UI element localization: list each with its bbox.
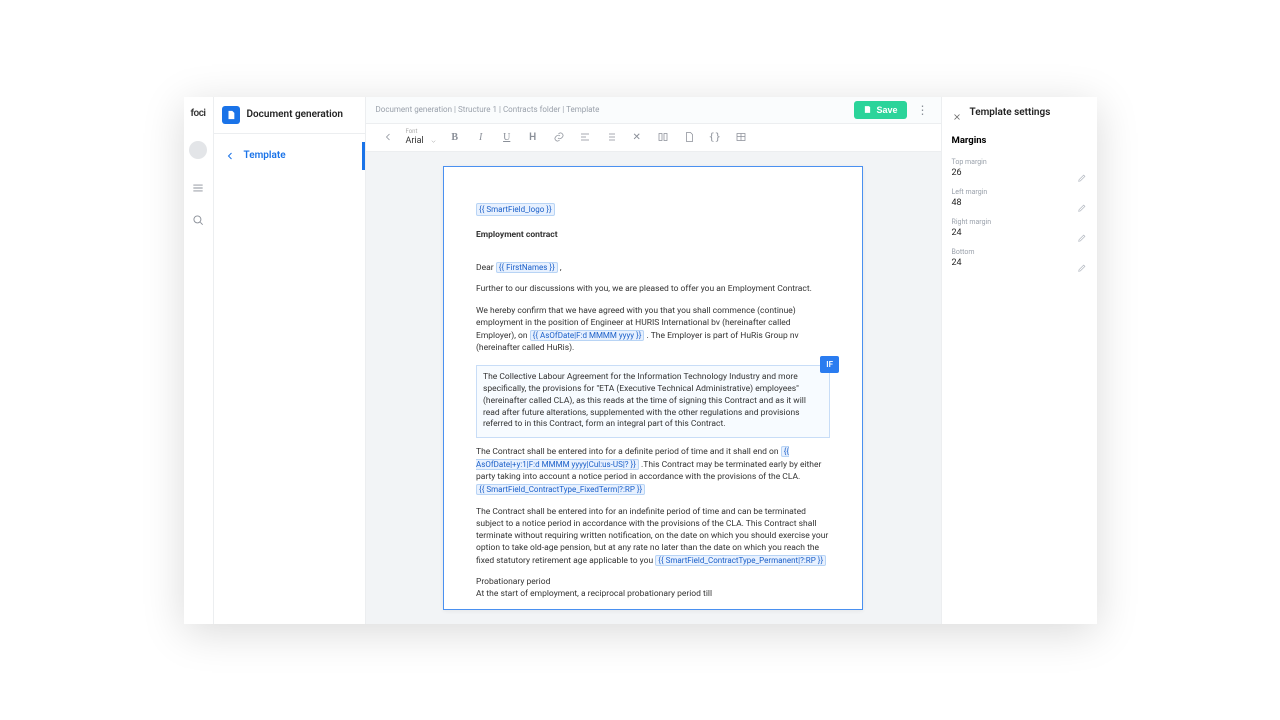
margin-row-top: Top margin26 [952, 154, 1087, 184]
sidebar-title: Document generation [247, 109, 344, 120]
smartfield-asofdate[interactable]: {{ AsOfDate|F:d MMMM yyyy }} [530, 330, 645, 341]
font-selector[interactable]: Arial [406, 136, 437, 146]
document-icon [222, 106, 240, 124]
menu-icon[interactable] [191, 181, 205, 195]
panel-header: Template settings [942, 97, 1097, 129]
left-sidebar: Document generation Template [214, 97, 366, 624]
clear-button[interactable]: ✕ [629, 129, 645, 145]
italic-button[interactable]: I [473, 129, 489, 145]
margins-heading: Margins [952, 135, 1087, 146]
breadcrumbs-bar: Document generation | Structure 1 | Cont… [366, 97, 941, 124]
font-label: Font [406, 128, 437, 135]
columns-button[interactable] [655, 129, 671, 145]
nav-template[interactable]: Template [214, 142, 365, 170]
margins-section: Margins Top margin26 Left margin48 Right… [942, 129, 1097, 274]
panel-title: Template settings [970, 107, 1051, 118]
back-icon [224, 150, 236, 162]
heading-button[interactable]: H [525, 129, 541, 145]
nav-template-label: Template [244, 150, 286, 161]
right-panel: Template settings Margins Top margin26 L… [941, 97, 1097, 624]
smartfield-firstnames[interactable]: {{ FirstNames }} [496, 262, 558, 273]
editor-toolbar: Font Arial B I U H ✕ {} [366, 124, 941, 152]
code-button[interactable]: {} [707, 129, 723, 145]
breadcrumb[interactable]: Document generation | Structure 1 | Cont… [376, 105, 600, 114]
smartfield-logo[interactable]: {{ SmartField_logo }} [476, 203, 555, 216]
list-button[interactable] [603, 129, 619, 145]
margin-row-left: Left margin48 [952, 184, 1087, 214]
chevron-down-icon [430, 138, 437, 145]
if-tag[interactable]: IF [820, 356, 839, 373]
smartfield-contract-perm[interactable]: {{ SmartField_ContractType_Permanent|?:R… [655, 555, 826, 566]
save-label: Save [876, 105, 897, 115]
close-icon[interactable] [952, 107, 962, 117]
link-button[interactable] [551, 129, 567, 145]
edit-icon[interactable] [1077, 228, 1087, 238]
underline-button[interactable]: U [499, 129, 515, 145]
app-logo: foci [190, 108, 205, 119]
center-area: Document generation | Structure 1 | Cont… [366, 97, 941, 624]
smartfield-contract-fixed[interactable]: {{ SmartField_ContractType_FixedTerm|?:R… [476, 484, 645, 495]
save-button[interactable]: Save [854, 101, 906, 119]
document-title[interactable]: Employment contract [476, 230, 830, 242]
bold-button[interactable]: B [447, 129, 463, 145]
table-button[interactable] [733, 129, 749, 145]
edit-icon[interactable] [1077, 198, 1087, 208]
conditional-block[interactable]: IF The Collective Labour Agreement for t… [476, 365, 830, 438]
prev-font-icon[interactable] [380, 129, 396, 145]
more-menu-icon[interactable]: ⋮ [915, 103, 931, 117]
edit-icon[interactable] [1077, 258, 1087, 268]
margin-row-right: Right margin24 [952, 214, 1087, 244]
sidebar-header: Document generation [214, 97, 365, 134]
search-icon[interactable] [191, 213, 205, 227]
margin-row-bottom: Bottom24 [952, 244, 1087, 274]
page-button[interactable] [681, 129, 697, 145]
editor-canvas[interactable]: {{ SmartField_logo }} Employment contrac… [366, 152, 941, 624]
align-button[interactable] [577, 129, 593, 145]
edit-icon[interactable] [1077, 168, 1087, 178]
icon-rail: foci [184, 97, 214, 624]
font-value: Arial [406, 136, 424, 146]
document-page[interactable]: {{ SmartField_logo }} Employment contrac… [443, 166, 863, 610]
avatar[interactable] [189, 141, 207, 159]
document-body[interactable]: Dear {{ FirstNames }} , Further to our d… [476, 262, 830, 602]
